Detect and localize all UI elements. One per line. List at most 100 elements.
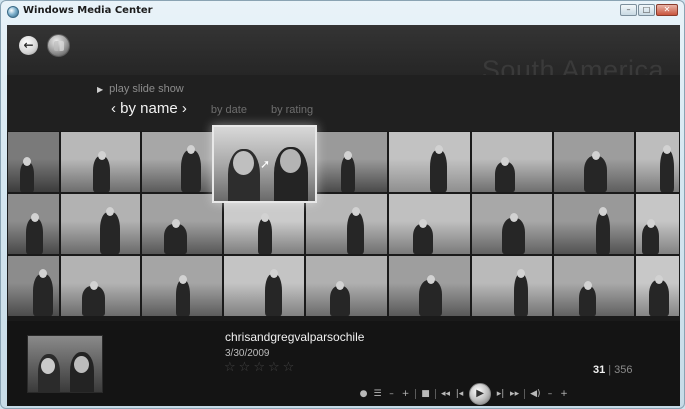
photo-subject <box>258 218 272 254</box>
photo-subject <box>502 218 525 254</box>
title-bar[interactable]: Windows Media Center – □ ✕ <box>1 1 684 23</box>
photo-subject-head <box>419 219 427 228</box>
photo-subject-head <box>509 213 518 222</box>
channel-down-icon[interactable]: – <box>387 388 396 400</box>
sort-by-date-tab[interactable]: by date <box>211 104 247 116</box>
photo-thumbnail[interactable] <box>60 193 141 255</box>
photo-subject <box>164 224 187 254</box>
photo-thumbnail[interactable] <box>388 255 471 317</box>
photo-thumbnail[interactable] <box>7 193 60 255</box>
star-icon: ☆ <box>224 360 236 375</box>
photo-thumbnail[interactable] <box>141 255 223 317</box>
photo-thumbnail[interactable] <box>553 255 635 317</box>
photo-thumbnail[interactable] <box>60 131 141 193</box>
rewind-icon[interactable]: ◂◂ <box>441 388 450 400</box>
caption-buttons: – □ ✕ <box>620 4 678 16</box>
record-icon[interactable]: ● <box>359 388 368 400</box>
photo-subject-head <box>434 145 443 154</box>
next-icon[interactable]: ▸| <box>496 388 505 400</box>
photo-subject <box>660 150 674 192</box>
photo-thumbnail[interactable] <box>635 131 680 193</box>
photo-thumbnail[interactable] <box>141 131 223 193</box>
photo-thumbnail[interactable] <box>553 193 635 255</box>
photo-subject <box>33 274 53 316</box>
photo-thumbnail[interactable] <box>553 131 635 193</box>
total-count: 356 <box>614 364 633 376</box>
photo-subject-head <box>261 213 269 222</box>
photo-subject-head <box>583 281 592 290</box>
photo-file-name: chrisandgregvalparsochile <box>225 330 365 344</box>
back-arrow-icon[interactable]: ← <box>19 36 38 55</box>
photo-thumbnail[interactable] <box>305 193 388 255</box>
photo-date: 3/30/2009 <box>225 348 270 359</box>
start-orb-icon[interactable] <box>47 34 70 57</box>
photo-subject-head <box>97 151 106 160</box>
play-slideshow-label: play slide show <box>109 83 184 95</box>
photo-subject-head <box>89 281 98 290</box>
photo-subject <box>413 224 433 254</box>
photo-subject <box>20 162 34 192</box>
photo-thumbnail[interactable] <box>7 131 60 193</box>
photo-subject <box>514 274 528 316</box>
sort-by-name-tab[interactable]: ‹ by name › <box>111 100 187 117</box>
photo-thumbnail[interactable] <box>141 193 223 255</box>
channel-up-icon[interactable]: + <box>401 388 410 400</box>
window-frame: Windows Media Center – □ ✕ ← South Ameri… <box>0 0 685 409</box>
photo-subject-head <box>23 157 31 166</box>
header-band: ← South America <box>7 25 680 85</box>
windows-flag-icon <box>54 41 64 51</box>
photo-subject <box>579 286 596 316</box>
fast-forward-icon[interactable]: ▸▸ <box>510 388 519 400</box>
star-icon: ☆ <box>267 360 280 375</box>
photo-thumbnail[interactable] <box>471 193 553 255</box>
stop-icon[interactable]: ■ <box>421 388 430 400</box>
photo-subject <box>82 286 105 316</box>
photo-subject <box>93 156 110 192</box>
photo-thumbnail[interactable] <box>471 131 553 193</box>
minimize-button[interactable]: – <box>620 4 637 16</box>
photo-thumbnail[interactable] <box>305 255 388 317</box>
photo-subject-head <box>179 275 187 284</box>
photo-thumbnail[interactable] <box>223 255 305 317</box>
photo-subject-head <box>280 149 301 173</box>
photo-thumbnail[interactable] <box>7 255 60 317</box>
divider <box>524 389 526 399</box>
photo-subject-head <box>655 275 663 284</box>
photo-subject <box>26 218 43 254</box>
photo-thumbnail[interactable] <box>388 131 471 193</box>
play-button[interactable]: ▶ <box>469 383 492 405</box>
star-icon: ☆ <box>253 360 265 375</box>
photo-thumbnail[interactable] <box>388 193 471 255</box>
photo-thumbnail[interactable] <box>635 255 680 317</box>
photo-thumbnail[interactable] <box>471 255 553 317</box>
photo-subject-head <box>344 151 352 160</box>
mute-icon[interactable]: ◀) <box>530 388 540 400</box>
guide-icon[interactable]: ☰ <box>373 388 382 400</box>
photo-subject-head <box>269 269 278 278</box>
photo-thumbnail[interactable] <box>305 131 388 193</box>
photo-subject-head <box>599 207 607 216</box>
play-slideshow-button[interactable]: ▶ play slide show <box>97 83 184 95</box>
sort-by-rating-tab[interactable]: by rating <box>271 104 313 116</box>
photo-subject <box>596 212 610 254</box>
maximize-button[interactable]: □ <box>638 4 655 16</box>
photo-subject-head <box>39 269 47 278</box>
photo-subject <box>100 212 120 254</box>
photo-thumbnail[interactable] <box>635 193 680 255</box>
media-center-client: ← South America ▶ play slide show ‹ by na… <box>7 25 680 406</box>
photo-subject <box>181 150 201 192</box>
photo-subject <box>265 274 282 316</box>
previous-icon[interactable]: |◂ <box>455 388 464 400</box>
divider <box>435 389 436 399</box>
photo-subject-head <box>233 151 254 175</box>
volume-down-icon[interactable]: – <box>546 388 555 400</box>
volume-up-icon[interactable]: + <box>560 388 569 400</box>
photo-subject <box>330 286 350 316</box>
photo-subject-head <box>663 145 671 154</box>
photo-thumbnail-selected[interactable]: ➚ <box>212 125 317 203</box>
close-button[interactable]: ✕ <box>656 4 678 16</box>
photo-thumbnail[interactable] <box>60 255 141 317</box>
window-title: Windows Media Center <box>23 5 153 16</box>
view-menu: ▶ play slide show ‹ by name › by date by … <box>7 75 680 131</box>
sort-options: ‹ by name › by date by rating <box>111 100 313 117</box>
